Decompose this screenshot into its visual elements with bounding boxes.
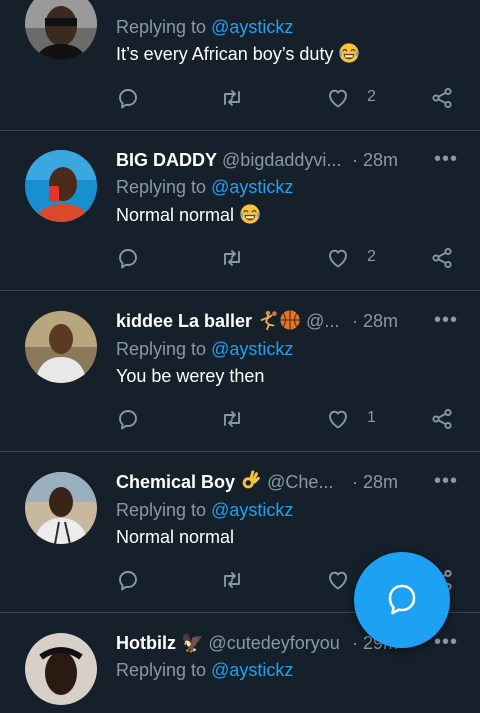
share-icon[interactable] (430, 86, 454, 110)
handle[interactable]: @bigdaddyvi... (222, 150, 341, 170)
tweet-text: Normal normal (116, 202, 261, 228)
retweet-icon[interactable] (220, 86, 244, 110)
handle[interactable]: @Che... (267, 472, 333, 492)
tweet-text: You be werey then (116, 366, 265, 386)
display-name[interactable]: kiddee La baller (116, 311, 252, 331)
replying-to-link[interactable]: @aystickz (211, 660, 293, 680)
handle[interactable]: @... (306, 311, 339, 331)
more-options-icon[interactable]: ••• (434, 467, 458, 495)
like-icon[interactable] (326, 568, 350, 592)
share-icon[interactable] (430, 407, 454, 431)
replying-to-link[interactable]: @aystickz (211, 17, 293, 37)
retweet-icon[interactable] (220, 407, 244, 431)
replying-to: Replying to @aystickz (116, 339, 294, 359)
tears-of-joy-emoji (338, 42, 360, 64)
more-options-icon[interactable]: ••• (434, 306, 458, 334)
basketball-player-emoji (260, 310, 277, 331)
tweet-header: Chemical Boy @Che... · 28m ••• (116, 468, 457, 496)
tweet-header: kiddee La baller @... · 28m ••• (116, 307, 457, 335)
timestamp[interactable]: · 28m (352, 468, 398, 496)
tweet-item[interactable]: BIG DADDY @bigdaddyvi... · 28m ••• Reply… (0, 130, 480, 291)
like-count: 2 (367, 248, 376, 265)
reply-icon[interactable] (116, 246, 140, 270)
compose-reply-icon (388, 584, 416, 615)
replying-to: Replying to @aystickz (116, 500, 294, 520)
compose-reply-button[interactable] (354, 552, 450, 648)
retweet-icon[interactable] (220, 568, 244, 592)
retweet-icon[interactable] (220, 246, 244, 270)
like-icon[interactable] (326, 246, 350, 270)
like-count: 2 (367, 88, 376, 105)
display-name[interactable]: Chemical Boy (116, 472, 235, 492)
reply-icon[interactable] (116, 86, 140, 110)
display-name[interactable]: BIG DADDY (116, 150, 217, 170)
avatar[interactable] (25, 0, 97, 60)
replying-to-link[interactable]: @aystickz (211, 339, 293, 359)
share-icon[interactable] (430, 246, 454, 270)
avatar[interactable] (25, 311, 97, 383)
tears-of-joy-emoji (239, 203, 261, 225)
reply-icon[interactable] (116, 568, 140, 592)
tweet-item[interactable]: Replying to @aystickz It’s every African… (0, 0, 480, 131)
tweet-text: It’s every African boy’s duty (116, 41, 360, 67)
ok-hand-emoji (242, 470, 260, 489)
like-count: 1 (367, 409, 376, 426)
basketball-emoji (280, 310, 300, 330)
replying-to-link[interactable]: @aystickz (211, 500, 293, 520)
replying-to-link[interactable]: @aystickz (211, 177, 293, 197)
replying-to: Replying to @aystickz (116, 177, 294, 197)
avatar[interactable] (25, 472, 97, 544)
tweet-text: Normal normal (116, 527, 235, 547)
more-options-icon[interactable]: ••• (434, 145, 458, 173)
like-icon[interactable] (326, 407, 350, 431)
replying-to: Replying to @aystickz (116, 17, 294, 37)
tweet-item[interactable]: kiddee La baller @... · 28m ••• Replying… (0, 291, 480, 452)
avatar[interactable] (25, 150, 97, 222)
tweet-header: BIG DADDY @bigdaddyvi... · 28m ••• (116, 146, 457, 174)
reply-icon[interactable] (116, 407, 140, 431)
timestamp[interactable]: · 28m (352, 307, 398, 335)
like-icon[interactable] (326, 86, 350, 110)
handle[interactable]: @cutedeyforyou (208, 633, 339, 653)
timestamp[interactable]: · 28m (352, 146, 398, 174)
replying-to: Replying to @aystickz (116, 660, 294, 680)
display-name[interactable]: Hotbilz 🦅 (116, 633, 203, 653)
avatar[interactable] (25, 633, 97, 705)
